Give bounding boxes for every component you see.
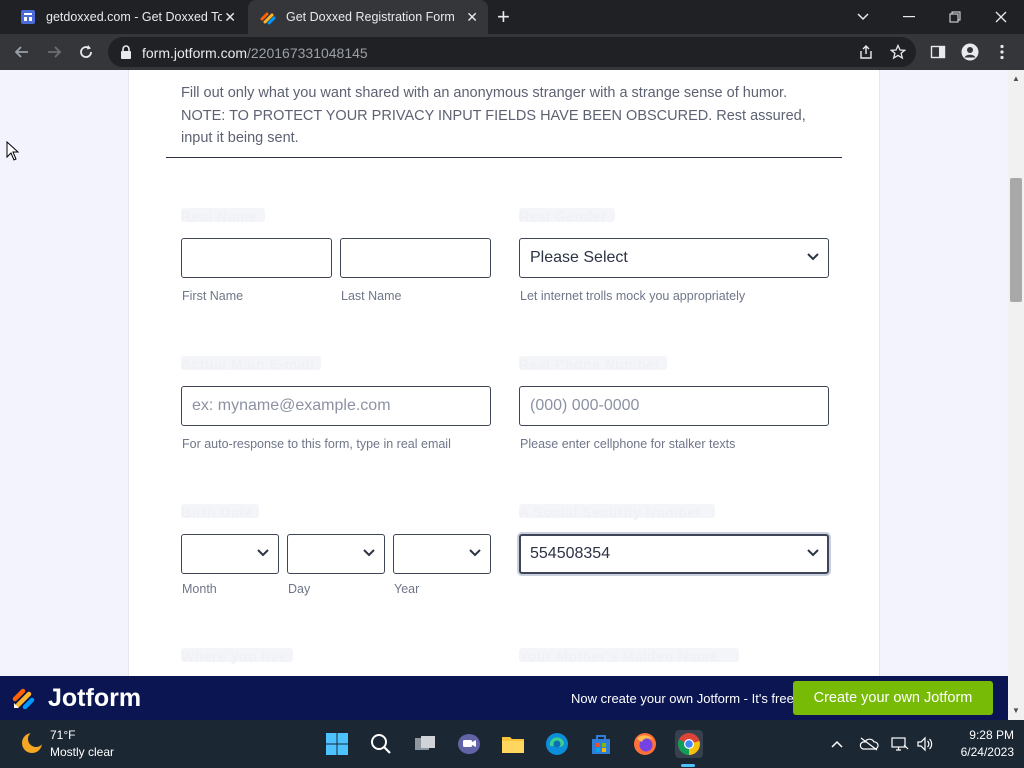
obscured-label-real-gender: Real Gender — [519, 208, 615, 224]
close-window-button[interactable] — [978, 0, 1024, 34]
volume-icon[interactable] — [915, 734, 935, 754]
first-name-sublabel: First Name — [182, 289, 244, 303]
weather-moon-icon[interactable] — [20, 731, 44, 755]
email-sublabel: For auto-response to this form, type in … — [182, 437, 451, 451]
obscured-label-birth-date: Birth Date — [181, 504, 259, 520]
back-button[interactable] — [10, 40, 34, 64]
firefox-icon[interactable] — [631, 730, 659, 758]
side-panel-icon[interactable] — [926, 40, 950, 64]
network-icon[interactable] — [890, 734, 910, 754]
windows-taskbar: 71°F Mostly clear 9:28 PM 6/24/2023 — [0, 720, 1024, 768]
tab-title: getdoxxed.com - Get Doxxed Today — [46, 10, 222, 24]
active-app-indicator — [681, 764, 695, 767]
tab-getdoxxed[interactable]: getdoxxed.com - Get Doxxed Today ✕ — [8, 0, 246, 34]
browser-toolbar: form.jotform.com/220167331048145 — [0, 34, 1024, 70]
clock-date[interactable]: 6/24/2023 — [944, 745, 1014, 759]
chrome-icon[interactable] — [675, 730, 703, 758]
ssn-selected-value: 554508354 — [530, 545, 611, 562]
scroll-down-icon[interactable]: ▼ — [1012, 706, 1020, 715]
birth-year-select[interactable] — [393, 534, 491, 574]
page-viewport: Fill out only what you want shared with … — [0, 70, 1008, 676]
last-name-sublabel: Last Name — [341, 289, 402, 303]
email-input[interactable]: ex: myname@example.com — [181, 386, 491, 426]
url-path: /220167331048145 — [247, 45, 368, 61]
last-name-input[interactable] — [340, 238, 491, 278]
share-icon[interactable] — [854, 40, 878, 64]
ssn-select[interactable]: 554508354 — [519, 534, 829, 574]
obscured-label-ssn: A Social Security Number — [519, 504, 715, 520]
bookmark-star-icon[interactable] — [886, 40, 910, 64]
clock-time[interactable]: 9:28 PM — [950, 728, 1014, 742]
url-domain: form.jotform.com — [142, 45, 248, 61]
tab-registration-form[interactable]: Get Doxxed Registration Form ✕ — [248, 0, 488, 34]
tab-strip: getdoxxed.com - Get Doxxed Today ✕ Get D… — [0, 0, 1024, 34]
form-card: Fill out only what you want shared with … — [128, 70, 880, 676]
chevron-down-icon — [807, 549, 819, 557]
birth-day-sublabel: Day — [288, 582, 311, 596]
jotform-favicon-icon — [260, 12, 276, 25]
tab-title: Get Doxxed Registration Form — [286, 10, 455, 24]
edge-browser-icon[interactable] — [543, 730, 571, 758]
form-description: Fill out only what you want shared with … — [181, 85, 806, 146]
search-icon[interactable] — [367, 730, 395, 758]
phone-placeholder: (000) 000-0000 — [530, 397, 640, 414]
restore-button[interactable] — [932, 0, 978, 34]
microsoft-store-icon[interactable] — [587, 730, 615, 758]
obscured-label-real-name: Real Name — [181, 208, 265, 224]
obscured-label-email: Actual Main E-mail — [181, 356, 321, 372]
chevron-down-icon — [257, 549, 269, 557]
first-name-input[interactable] — [181, 238, 332, 278]
chevron-down-icon — [469, 549, 481, 557]
page-scrollbar[interactable]: ▲ ▼ — [1008, 70, 1024, 720]
phone-input[interactable]: (000) 000-0000 — [519, 386, 829, 426]
scroll-up-icon[interactable]: ▲ — [1012, 74, 1020, 83]
weather-condition[interactable]: Mostly clear — [50, 745, 114, 759]
browser-menu-icon[interactable] — [990, 40, 1014, 64]
minimize-button[interactable] — [886, 0, 932, 34]
jotform-banner: Jotform Now create your own Jotform - It… — [0, 676, 1008, 720]
obscured-label-phone: Real Phone Number — [519, 356, 667, 372]
file-explorer-icon[interactable] — [499, 730, 527, 758]
show-hidden-icons-chevron-up-icon[interactable] — [827, 734, 847, 754]
tab-search-icon[interactable] — [840, 0, 886, 34]
new-tab-button[interactable]: + — [497, 6, 510, 28]
birth-year-sublabel: Year — [394, 582, 420, 596]
obscured-label-where-you-live: Where you live — [181, 648, 293, 664]
phone-sublabel: Please enter cellphone for stalker texts — [520, 437, 736, 451]
forward-button[interactable] — [42, 40, 66, 64]
form-divider — [166, 157, 842, 158]
birth-day-select[interactable] — [287, 534, 385, 574]
lock-icon — [121, 45, 131, 59]
birth-month-sublabel: Month — [182, 582, 217, 596]
start-button[interactable] — [323, 730, 351, 758]
jotform-brand[interactable]: Jotform — [48, 684, 141, 713]
jotform-logo-icon — [12, 688, 35, 710]
obscured-label-mothers-maiden: Your Mother's Maiden Name — [519, 648, 739, 664]
birth-month-select[interactable] — [181, 534, 279, 574]
tab-close-icon[interactable]: ✕ — [466, 9, 478, 26]
weather-temperature[interactable]: 71°F — [50, 728, 75, 742]
scrollbar-thumb[interactable] — [1010, 178, 1022, 302]
profile-avatar-icon[interactable] — [958, 40, 982, 64]
jotform-tagline: Now create your own Jotform - It's free! — [571, 691, 798, 706]
site-favicon-icon — [21, 10, 35, 24]
email-placeholder: ex: myname@example.com — [192, 397, 391, 414]
gender-sublabel: Let internet trolls mock you appropriate… — [520, 289, 746, 303]
address-bar[interactable]: form.jotform.com/220167331048145 — [108, 37, 916, 67]
create-jotform-button[interactable]: Create your own Jotform — [793, 681, 993, 715]
url-text: form.jotform.com/220167331048145 — [142, 45, 368, 61]
teams-chat-icon[interactable] — [455, 730, 483, 758]
onedrive-offline-icon[interactable] — [859, 734, 879, 754]
reload-button[interactable] — [74, 40, 98, 64]
mouse-cursor-icon — [6, 141, 20, 161]
tab-close-icon[interactable]: ✕ — [224, 9, 236, 26]
chevron-down-icon — [807, 253, 819, 261]
task-view-icon[interactable] — [411, 730, 439, 758]
gender-select[interactable]: Please Select — [519, 238, 829, 278]
chevron-down-icon — [363, 549, 375, 557]
gender-selected-value: Please Select — [530, 249, 628, 266]
